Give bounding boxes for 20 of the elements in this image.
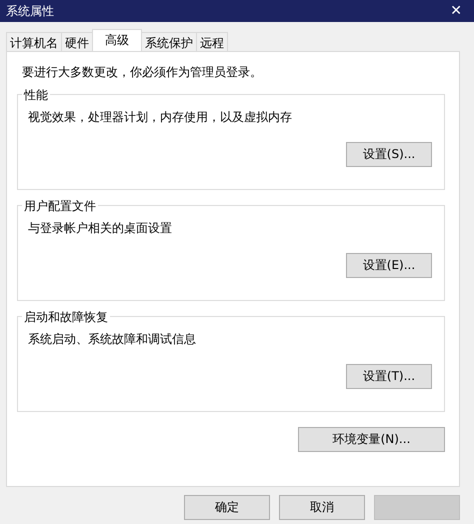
tab[interactable]: 系统保护 [141,32,197,51]
group-title: 用户配置文件 [22,198,98,215]
dialog-button[interactable]: 取消 [279,495,365,520]
environment-variables-button[interactable]: 环境变量(N)... [298,427,445,452]
notice-text: 要进行大多数更改，你必须作为管理员登录。 [21,64,263,81]
settings-button[interactable]: 设置(E)... [346,253,432,278]
tab[interactable]: 硬件 [61,32,93,51]
settings-button[interactable]: 设置(T)... [346,364,432,389]
settings-button[interactable]: 设置(S)... [346,142,432,167]
tab[interactable]: 远程 [196,32,228,51]
group-title: 性能 [22,87,50,104]
group-description: 与登录帐户相关的桌面设置 [28,220,173,237]
tab[interactable]: 计算机名 [6,32,62,51]
window-title: 系统属性 [6,2,54,20]
group-description: 视觉效果，处理器计划，内存使用，以及虚拟内存 [28,109,293,126]
dialog-button[interactable]: 确定 [184,495,270,520]
close-button[interactable]: ✕ [446,3,466,19]
group-description: 系统启动、系统故障和调试信息 [28,331,197,348]
tab[interactable]: 高级 [92,29,142,51]
group-title: 启动和故障恢复 [22,309,110,326]
